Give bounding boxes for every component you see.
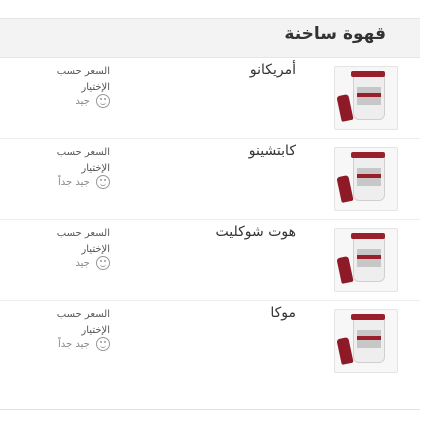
rating: جيد xyxy=(38,94,110,110)
cup-shape xyxy=(351,233,385,282)
section-header: قهوة ساخنة xyxy=(0,18,420,58)
rating-text: جيد xyxy=(75,96,90,107)
menu-item[interactable]: هوت شوكليت السعر حسب الإختيار جيد xyxy=(0,220,420,301)
coffee-cup-image[interactable] xyxy=(334,309,398,373)
menu-item[interactable]: كابتشينو السعر حسب الإختيار جيد جداً xyxy=(0,139,420,220)
rating-text: جيد جداً xyxy=(57,177,90,188)
rating: جيد جداً xyxy=(38,175,110,191)
item-name[interactable]: كابتشينو xyxy=(249,143,296,159)
smiley-icon xyxy=(96,337,110,351)
price-info: السعر حسب الإختيار جيد جداً xyxy=(30,307,110,353)
section-title: قهوة ساخنة xyxy=(284,24,386,44)
cup-shape xyxy=(351,71,385,120)
menu-section: قهوة ساخنة أمريكانو السعر حسب الإختيار ج… xyxy=(0,18,420,410)
price-info: السعر حسب الإختيار جيد xyxy=(30,64,110,110)
price-label: السعر حسب الإختيار xyxy=(56,228,110,255)
rating-text: جيد جداً xyxy=(57,339,90,350)
bag-shape xyxy=(336,337,354,365)
price-label: السعر حسب الإختيار xyxy=(56,66,110,93)
coffee-cup-image[interactable] xyxy=(334,228,398,292)
price-info: السعر حسب الإختيار جيد xyxy=(30,226,110,272)
bag-shape xyxy=(336,256,354,284)
item-name[interactable]: أمريكانو xyxy=(250,62,296,78)
coffee-cup-image[interactable] xyxy=(334,147,398,211)
menu-item[interactable]: أمريكانو السعر حسب الإختيار جيد xyxy=(0,58,420,139)
price-label: السعر حسب الإختيار xyxy=(56,309,110,336)
smiley-icon xyxy=(96,256,110,270)
cup-shape xyxy=(351,152,385,201)
item-name[interactable]: موكا xyxy=(270,305,296,321)
smiley-icon xyxy=(96,94,110,108)
bag-shape xyxy=(336,175,354,203)
menu-list: أمريكانو السعر حسب الإختيار جيد كابتشينو… xyxy=(0,58,420,382)
cup-shape xyxy=(351,314,385,363)
rating: جيد xyxy=(38,256,110,272)
rating: جيد جداً xyxy=(38,337,110,353)
item-name[interactable]: هوت شوكليت xyxy=(216,224,296,240)
menu-item[interactable]: موكا السعر حسب الإختيار جيد جداً xyxy=(0,301,420,382)
price-label: السعر حسب الإختيار xyxy=(56,147,110,174)
coffee-cup-image[interactable] xyxy=(334,66,398,130)
bag-shape xyxy=(336,94,354,122)
smiley-icon xyxy=(96,175,110,189)
rating-text: جيد xyxy=(75,258,90,269)
price-info: السعر حسب الإختيار جيد جداً xyxy=(30,145,110,191)
